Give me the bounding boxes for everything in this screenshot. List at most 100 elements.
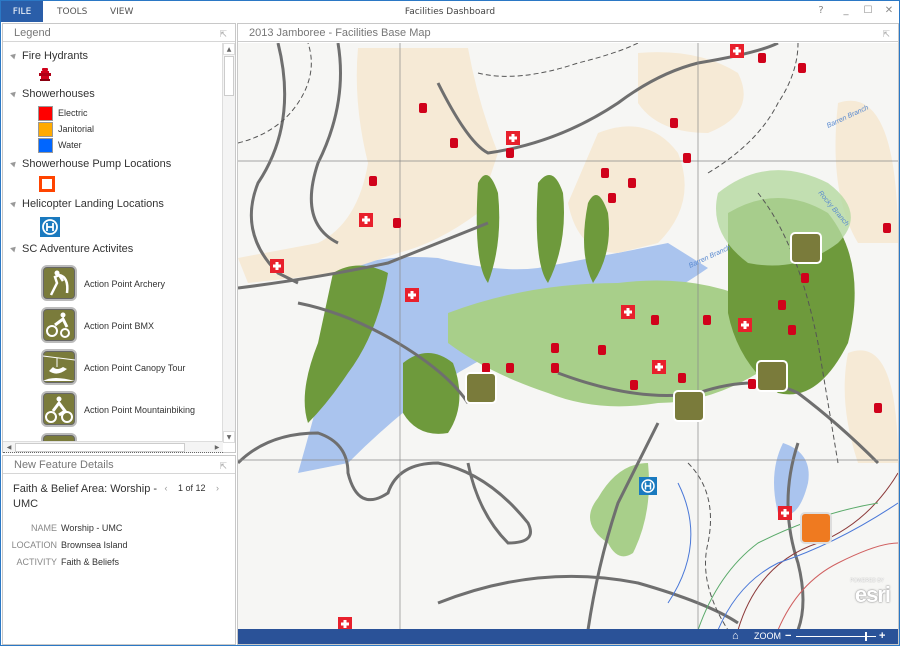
legend-title: Legend <box>14 27 51 39</box>
canopy-tour-map-icon <box>465 372 497 404</box>
pin-icon[interactable]: ⇱ <box>219 457 227 475</box>
close-button[interactable]: ✕ <box>878 1 900 22</box>
archery-icon <box>41 265 77 301</box>
activity-label: Action Point Canopy Tour <box>84 363 186 373</box>
scroll-thumb[interactable] <box>224 56 234 96</box>
activity-map-icon <box>790 232 822 264</box>
mountainbiking-icon <box>41 391 77 427</box>
swatch-label: Water <box>58 140 82 150</box>
menu-view[interactable]: VIEW <box>110 1 133 22</box>
scroll-right-arrow-icon[interactable]: ▶ <box>211 442 223 453</box>
activity-label: Action Point Mountainbiking <box>84 405 196 415</box>
canopy-tour-icon <box>41 349 77 385</box>
fire-hydrant-icon <box>39 68 51 81</box>
collapse-triangle-icon[interactable] <box>10 244 18 253</box>
activity-label: Action Point Archery <box>84 279 166 289</box>
attribute-value: Faith & Beliefs <box>61 557 120 567</box>
electric-swatch <box>38 106 53 121</box>
map-canvas[interactable]: Barren Branch Barren Branch Rocky Branch… <box>238 43 898 630</box>
first-aid-icon <box>270 259 284 273</box>
archery-map-icon <box>756 360 788 392</box>
first-aid-icon <box>730 44 744 58</box>
base-map[interactable]: Barren Branch Barren Branch Rocky Branch <box>238 43 898 630</box>
pin-icon[interactable]: ⇱ <box>882 25 890 43</box>
title-bar: FILE TOOLS VIEW Facilities Dashboard ? _… <box>1 1 899 22</box>
water-swatch <box>38 138 53 153</box>
first-aid-icon <box>359 213 373 227</box>
collapse-triangle-icon[interactable] <box>10 199 18 208</box>
first-aid-icon <box>652 360 666 374</box>
attribute-value: Brownsea Island <box>61 540 128 550</box>
menu-tools[interactable]: TOOLS <box>57 1 87 22</box>
legend-group-label: Fire Hydrants <box>22 50 89 62</box>
janitorial-swatch <box>38 122 53 137</box>
feature-title: Faith & Belief Area: Worship - UMC <box>13 483 158 510</box>
legend-horizontal-scrollbar[interactable]: ◀ ▶ <box>3 441 223 453</box>
attribute-row-name: NAME Worship - UMC <box>3 523 233 537</box>
attribute-key: NAME <box>30 523 57 533</box>
attribute-key: ACTIVITY <box>16 557 57 567</box>
collapse-triangle-icon[interactable] <box>10 89 18 98</box>
attribute-row-activity: ACTIVITY Faith & Beliefs <box>3 557 233 571</box>
map-footer: ⌂ ZOOM − + <box>238 629 898 644</box>
map-header: 2013 Jamboree - Facilities Base Map ⇱ <box>238 24 898 42</box>
collapse-triangle-icon[interactable] <box>10 51 18 60</box>
helipad-icon <box>40 217 60 237</box>
camp-area-southeast <box>844 350 898 463</box>
minimize-button[interactable]: _ <box>835 1 857 22</box>
zoom-out-button[interactable]: − <box>785 629 791 643</box>
pin-icon[interactable]: ⇱ <box>219 25 227 43</box>
scroll-left-arrow-icon[interactable]: ◀ <box>3 442 15 453</box>
activity-label: Action Point BMX <box>84 321 155 331</box>
details-title: New Feature Details <box>14 459 114 471</box>
bmx-icon <box>41 307 77 343</box>
canopy-tour-map-icon <box>673 390 705 422</box>
next-feature-button[interactable]: › <box>216 483 219 493</box>
stream-label: Barren Branch <box>688 244 732 269</box>
menu-file[interactable]: FILE <box>1 1 43 22</box>
camp-area-north <box>238 48 498 283</box>
zoom-slider[interactable] <box>796 632 876 641</box>
feature-details-panel: New Feature Details ⇱ Faith & Belief Are… <box>2 455 236 645</box>
legend-panel: Legend ⇱ Fire Hydrants Showerhouses Elec… <box>2 23 236 453</box>
zoom-label: ZOOM <box>754 631 781 641</box>
shooting-icon <box>41 433 77 441</box>
maximize-button[interactable]: ☐ <box>857 1 879 22</box>
help-button[interactable]: ? <box>810 1 832 22</box>
swatch-label: Electric <box>58 108 88 118</box>
details-header: New Feature Details ⇱ <box>3 456 235 474</box>
legend-body: Fire Hydrants Showerhouses Electric Jani… <box>3 43 223 441</box>
zoom-in-button[interactable]: + <box>879 629 885 643</box>
south-lake <box>774 443 809 515</box>
first-aid-icon <box>778 506 792 520</box>
legend-group-label: Showerhouse Pump Locations <box>22 158 172 170</box>
collapse-triangle-icon[interactable] <box>10 159 18 168</box>
legend-group-label: Showerhouses <box>22 88 95 100</box>
attribute-row-location: LOCATION Brownsea Island <box>3 540 233 554</box>
legend-vertical-scrollbar[interactable]: ▲ ▼ <box>222 43 235 443</box>
map-title: 2013 Jamboree - Facilities Base Map <box>249 27 431 39</box>
legend-group-label: Helicopter Landing Locations <box>22 198 164 210</box>
canopy-tour-orange-map-icon <box>800 512 832 544</box>
pager-text: 1 of 12 <box>177 483 206 493</box>
legend-header: Legend ⇱ <box>3 24 235 42</box>
app-title: Facilities Dashboard <box>404 7 496 17</box>
helipad-map-icon <box>639 477 657 495</box>
legend-group-label: SC Adventure Activites <box>22 243 134 255</box>
esri-logo: esri <box>854 582 891 607</box>
first-aid-icon <box>738 318 752 332</box>
swatch-label: Janitorial <box>58 124 95 134</box>
zoom-slider-thumb[interactable] <box>864 632 867 641</box>
prev-feature-button[interactable]: ‹ <box>164 483 167 493</box>
pump-location-icon <box>39 176 55 192</box>
scroll-thumb[interactable] <box>15 443 185 452</box>
scroll-up-arrow-icon[interactable]: ▲ <box>223 43 235 55</box>
attribute-key: LOCATION <box>11 540 57 550</box>
first-aid-icon <box>621 305 635 319</box>
first-aid-icon <box>506 131 520 145</box>
scroll-down-arrow-icon[interactable]: ▼ <box>223 431 235 443</box>
home-icon[interactable]: ⌂ <box>732 630 739 643</box>
map-panel: 2013 Jamboree - Facilities Base Map ⇱ Ba… <box>237 23 899 645</box>
feature-pager: ‹ 1 of 12 › <box>160 483 223 493</box>
attribute-value: Worship - UMC <box>61 523 123 533</box>
